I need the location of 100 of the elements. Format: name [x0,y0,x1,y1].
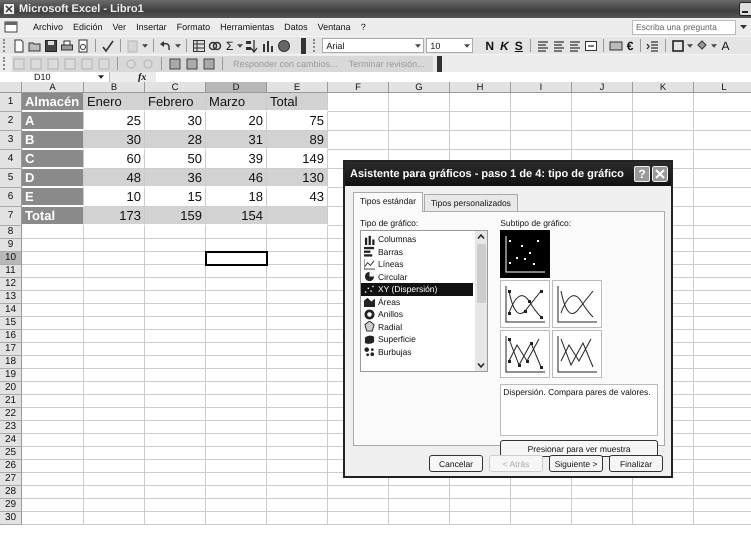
table-cell: 30 [84,131,145,150]
dialog-button[interactable]: Cancelar [429,455,483,472]
row-header[interactable]: 14 [0,304,22,317]
chart-type-item[interactable]: Burbujas [361,346,474,358]
row-header[interactable]: 21 [0,395,22,408]
menu-item[interactable]: Insertar [131,22,172,32]
reply-with-changes-text: Responder con cambios... [232,58,339,68]
table-cell: A [22,112,84,131]
description-box: Dispersión. Compara pares de valores. [500,384,658,436]
row-header[interactable]: 28 [0,486,22,499]
row-header[interactable]: 12 [0,278,22,291]
dialog-button[interactable]: Finalizar [609,455,663,472]
column-header[interactable]: D [206,82,267,93]
column-header[interactable]: E [267,82,328,93]
column-header[interactable]: J [572,82,633,93]
row-header[interactable]: 26 [0,460,22,473]
chart-type-list[interactable]: Columnas Barras Líneas Circular XY (Dispersión) Áreas Anillos Radial Superficie Burbujas [360,230,488,372]
underline-button[interactable]: S [512,38,525,52]
menu-item[interactable]: Formato [172,22,216,32]
dialog-title: Asistente para gráficos - paso 1 de 4: tipo de gráfico [350,168,625,180]
table-cell: 31 [206,131,267,150]
end-review-text: Terminar revisión... [348,58,426,68]
column-header[interactable]: I [511,82,572,93]
row-header[interactable]: 4 [0,150,22,169]
menu-item[interactable]: Datos [279,22,313,32]
table-cell: 28 [145,131,206,150]
name-box[interactable]: D10 [0,72,110,82]
column-header[interactable]: K [633,82,694,93]
row-header[interactable]: 7 [0,207,22,226]
row-header[interactable]: 5 [0,169,22,188]
dialog-tab[interactable]: Tipos estándar [353,192,423,212]
row-header[interactable]: 3 [0,131,22,150]
table-cell: 48 [84,169,145,188]
column-header[interactable]: L [694,82,751,93]
row-header[interactable]: 10 [0,252,22,265]
table-cell: B [22,131,84,150]
chart-type-item[interactable]: Circular [361,270,474,283]
row-header[interactable]: 27 [0,473,22,486]
bold-button[interactable]: N [483,38,496,52]
table-cell: Total [22,207,84,226]
font-name-field[interactable]: Arial [322,38,424,53]
table-cell: D [22,169,84,188]
italic-button[interactable]: K [498,38,511,52]
table-cell: 89 [267,131,328,150]
chart-type-item[interactable]: Barras [361,246,474,258]
menu-item[interactable]: ? [356,22,371,32]
row-header[interactable]: 16 [0,330,22,343]
dialog-tab[interactable]: Tipos personalizados [424,194,518,211]
column-header[interactable]: G [389,82,450,93]
chart-type-item[interactable]: Áreas [361,296,474,308]
row-header[interactable]: 9 [0,239,22,252]
column-header[interactable]: C [145,82,206,93]
help-search-field[interactable]: Escriba una pregunta [632,20,736,34]
column-header[interactable]: A [22,82,84,93]
chart-type-item[interactable]: Columnas [361,233,474,246]
chart-type-item[interactable]: Anillos [361,308,474,320]
row-header[interactable]: 18 [0,356,22,369]
table-cell: E [22,188,84,207]
menu-item[interactable]: Archivo [28,22,68,32]
autosum-button[interactable]: Σ [224,38,236,52]
table-cell: Marzo [206,93,267,112]
row-header[interactable]: 11 [0,265,22,278]
table-cell: 46 [206,169,267,188]
chart-type-item[interactable]: Líneas [361,258,474,270]
row-header[interactable]: 24 [0,434,22,447]
window-title: Microsoft Excel - Libro1 [19,3,144,15]
row-header[interactable]: 8 [0,226,22,239]
menu-item[interactable]: Ver [108,22,132,32]
table-cell: Almacén [22,93,84,112]
row-header[interactable]: 2 [0,112,22,131]
dialog-button[interactable]: Siguiente > [549,455,603,472]
menu-item[interactable]: Herramientas [215,22,280,32]
euro-button[interactable]: € [624,38,636,52]
function-button[interactable]: fx [110,72,156,82]
row-header[interactable]: 29 [0,499,22,512]
row-header[interactable]: 25 [0,447,22,460]
font-size-field[interactable]: 10 [426,38,474,53]
table-cell: Total [267,93,328,112]
chart-type-item[interactable]: XY (Dispersión) [361,283,474,296]
row-header[interactable]: 19 [0,369,22,382]
row-header[interactable]: 23 [0,421,22,434]
row-header[interactable]: 6 [0,188,22,207]
column-header[interactable]: H [450,82,511,93]
font-color-button[interactable]: A [719,38,732,52]
row-header[interactable]: 15 [0,317,22,330]
preview-button[interactable]: Presionar para ver muestra [500,440,658,457]
row-header[interactable]: 22 [0,408,22,421]
row-header[interactable]: 13 [0,291,22,304]
table-cell: 36 [145,169,206,188]
menu-item[interactable]: Ventana [312,22,356,32]
row-header[interactable]: 1 [0,93,22,112]
menu-item[interactable]: Edición [68,22,108,32]
row-header[interactable]: 17 [0,343,22,356]
chart-type-item[interactable]: Superficie [361,333,474,346]
table-cell: C [22,150,84,169]
chart-type-item[interactable]: Radial [361,320,474,333]
row-header[interactable]: 20 [0,382,22,395]
row-header[interactable]: 30 [0,512,22,525]
column-header[interactable]: F [328,82,389,93]
column-header[interactable]: B [84,82,145,93]
